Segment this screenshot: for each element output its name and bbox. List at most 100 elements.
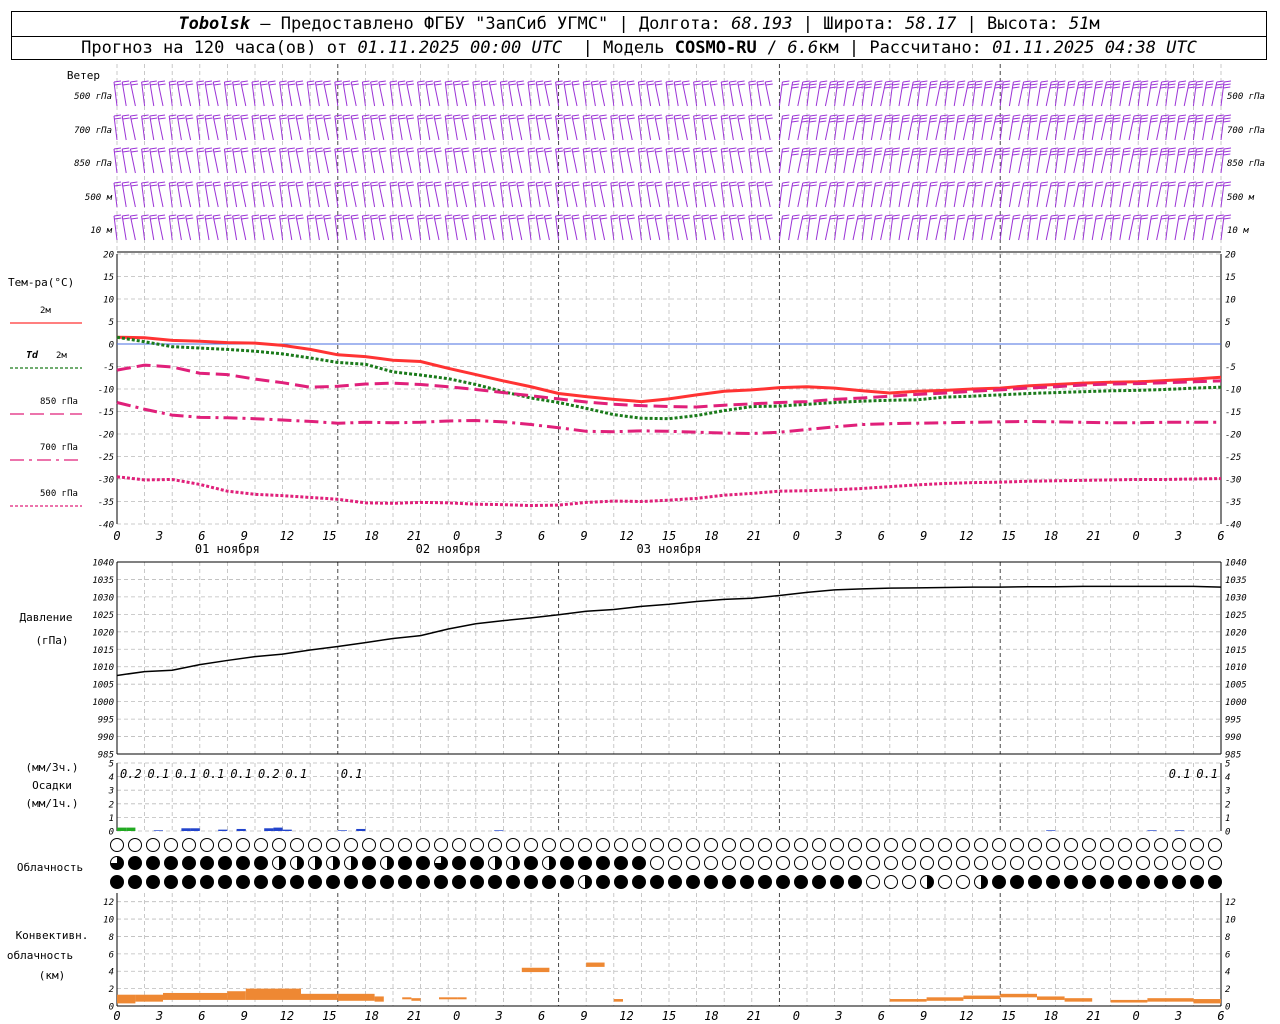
wind-barb-feather xyxy=(885,80,893,83)
wind-barb-feather xyxy=(342,80,351,83)
wind-barb-feather xyxy=(819,83,827,86)
cloud-symbol xyxy=(1064,875,1078,889)
wind-barb-feather xyxy=(433,181,442,184)
wind-barb-feather xyxy=(555,80,563,83)
cloud-symbol xyxy=(740,856,754,870)
conv-time-axis-label: 15 xyxy=(662,1009,676,1023)
wind-barb-feather xyxy=(342,114,351,117)
wind-barb-feather xyxy=(296,83,304,86)
wind-barb-feather xyxy=(729,147,737,150)
wind-barb-feather xyxy=(919,120,927,123)
wind-barb-feather xyxy=(1106,114,1114,117)
wind-barb-feather xyxy=(995,214,1004,217)
wind-barb xyxy=(223,182,228,208)
wind-barb-feather xyxy=(315,217,323,220)
wind-barb-feather xyxy=(583,184,591,187)
cloud-symbol xyxy=(290,875,304,889)
wind-barb xyxy=(370,81,376,107)
wind-barb-feather xyxy=(1002,86,1010,89)
temp-time-axis-label: 12 xyxy=(959,529,973,543)
wind-barb-feather xyxy=(406,150,415,153)
wind-barb-feather xyxy=(1133,181,1142,184)
wind-barb-feather xyxy=(729,83,737,86)
cloud-symbol-fill xyxy=(981,875,988,889)
wind-barb-feather xyxy=(709,80,718,83)
wind-barb xyxy=(728,148,734,174)
wind-barb-feather xyxy=(693,117,702,120)
wind-barb-feather xyxy=(150,117,158,120)
wind-barb xyxy=(516,215,523,241)
wind-barb-feather xyxy=(536,214,544,217)
wind-barb-feather xyxy=(1078,117,1086,120)
wind-barb xyxy=(433,148,440,174)
wind-barb-feather xyxy=(1215,86,1223,89)
temp-time-axis-label: 21 xyxy=(747,529,761,543)
wind-barb xyxy=(212,148,219,174)
wind-barb xyxy=(1018,215,1025,241)
wind-barb xyxy=(342,182,348,208)
wind-barb-feather xyxy=(426,117,434,120)
wind-barb xyxy=(1165,81,1170,107)
wind-barb-feather xyxy=(1085,181,1094,184)
wind-barb-feather xyxy=(627,117,635,120)
wind-barb-feather xyxy=(224,80,232,83)
wind-barb xyxy=(1156,215,1163,241)
wind-barb xyxy=(350,115,357,141)
wind-barb xyxy=(764,182,771,208)
wind-barb-feather xyxy=(913,181,921,184)
wind-barb-feather xyxy=(709,114,718,117)
wind-barb-feather xyxy=(1002,83,1010,86)
wind-barb-feather xyxy=(1085,217,1093,220)
precip-bar xyxy=(1175,830,1185,831)
wind-barb-feather xyxy=(738,83,746,86)
precip-3h-label: 0.1 xyxy=(230,767,252,781)
wind-barb xyxy=(788,215,794,241)
wind-barb-feather xyxy=(425,214,433,217)
wind-barb xyxy=(232,182,238,208)
wind-barb-feather xyxy=(196,147,204,150)
wind-barb-feather xyxy=(947,120,955,123)
wind-barb-feather xyxy=(1095,120,1103,123)
wind-barb-feather xyxy=(820,214,828,217)
cloud-symbol xyxy=(416,856,430,870)
wind-barb-feather xyxy=(947,217,955,220)
wind-barb xyxy=(1192,81,1197,107)
wind-barb-feather xyxy=(1095,86,1103,89)
wind-barb xyxy=(508,115,514,141)
wind-barb xyxy=(673,182,679,208)
cloud-symbol xyxy=(1136,838,1150,852)
wind-barb-feather xyxy=(693,181,701,184)
precip-bar xyxy=(153,830,163,831)
wind-barb-feather xyxy=(307,147,315,150)
cloud-symbol xyxy=(1118,838,1132,852)
wind-barb xyxy=(834,81,839,107)
wind-barb xyxy=(129,215,136,241)
wind-barb xyxy=(1018,115,1025,141)
wind-barb-feather xyxy=(417,217,426,220)
wind-barb xyxy=(834,148,839,174)
wind-barb-feather xyxy=(1150,184,1158,187)
wind-barb-feather xyxy=(378,181,386,184)
wind-barb-feather xyxy=(1168,184,1176,187)
cloud-symbol xyxy=(722,856,736,870)
wind-barb-feather xyxy=(122,217,130,220)
wind-barb-feather xyxy=(749,184,757,187)
wind-barb xyxy=(1137,182,1142,208)
wind-barb xyxy=(926,148,932,174)
wind-barb-feather xyxy=(1168,114,1176,117)
wind-barb-feather xyxy=(611,184,619,187)
cloud-symbol xyxy=(974,856,988,870)
wind-barb-feather xyxy=(489,150,497,153)
precip-ytick-right: 5 xyxy=(1225,760,1230,770)
wind-barb xyxy=(916,81,921,107)
wind-barb xyxy=(681,182,688,208)
cloud-symbol-fill xyxy=(351,856,358,870)
cloud-symbol xyxy=(956,838,970,852)
wind-barb xyxy=(590,115,596,141)
cloud-symbol xyxy=(866,838,880,852)
wind-barb-feather xyxy=(857,80,866,83)
wind-barb xyxy=(1036,215,1042,241)
wind-barb-feather xyxy=(527,147,536,150)
wind-level-label-right: 500 гПа xyxy=(1227,92,1265,102)
wind-barb-feather xyxy=(370,147,378,150)
